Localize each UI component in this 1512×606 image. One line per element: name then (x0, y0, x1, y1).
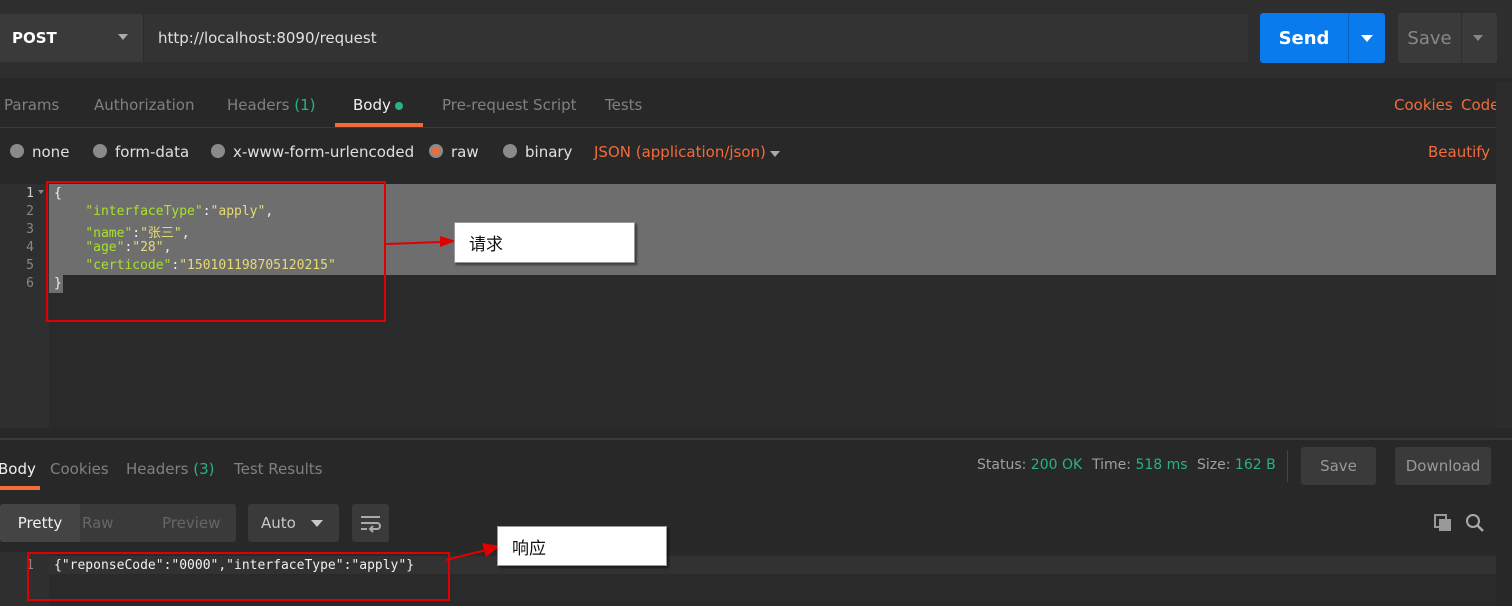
request-note: 请求 (454, 222, 635, 263)
fold-arrow-icon[interactable] (38, 190, 44, 194)
search-icon[interactable] (1465, 513, 1485, 533)
save-response-button[interactable]: Save (1301, 447, 1376, 485)
chevron-down-icon (1361, 35, 1373, 42)
response-headers-count-badge: (3) (193, 460, 215, 478)
response-tab-headers-label: Headers (126, 460, 189, 478)
tab-authorization[interactable]: Authorization (94, 96, 194, 114)
request-arrow (385, 236, 456, 247)
size-label: Size: (1197, 457, 1231, 473)
response-highlight-box (27, 552, 450, 601)
size-value: 162 B (1234, 457, 1276, 473)
content-type-select[interactable]: JSON (application/json) (594, 143, 766, 161)
status-label: Status: (977, 457, 1027, 473)
time-value: 518 ms (1135, 457, 1188, 473)
cookies-link[interactable]: Cookies (1394, 96, 1453, 114)
chevron-down-icon[interactable] (118, 34, 128, 40)
beautify-link[interactable]: Beautify (1428, 143, 1490, 161)
tab-tests[interactable]: Tests (605, 96, 642, 114)
method-label: POST (12, 29, 57, 47)
wrap-lines-button[interactable] (352, 504, 389, 542)
line-number: 1 (26, 186, 34, 201)
copy-icon[interactable] (1434, 514, 1452, 532)
line-number: 4 (26, 240, 34, 255)
tab-body[interactable]: Body (353, 96, 391, 114)
response-tab-cookies[interactable]: Cookies (50, 460, 109, 478)
headers-count-badge: (1) (294, 96, 316, 114)
radio-urlencoded[interactable] (211, 144, 225, 158)
line-number: 5 (26, 258, 34, 273)
line-number: 6 (26, 276, 34, 291)
editor-gutter (0, 184, 49, 428)
send-dropdown-button[interactable] (1348, 13, 1385, 63)
tab-headers[interactable]: Headers (1) (227, 96, 315, 114)
download-label: Download (1405, 457, 1481, 475)
size-readout: Size: 162 B (1197, 457, 1276, 473)
tab-headers-label: Headers (227, 96, 290, 114)
save-button[interactable]: Save (1398, 13, 1461, 63)
tab-pre-request-script[interactable]: Pre-request Script (442, 96, 577, 114)
radio-raw-label[interactable]: raw (451, 143, 479, 161)
body-indicator-dot (395, 102, 403, 110)
view-pretty-button[interactable]: Pretty (0, 504, 80, 542)
format-label: Auto (261, 514, 296, 532)
save-response-label: Save (1320, 457, 1357, 475)
code-link[interactable]: Code (1461, 96, 1499, 114)
download-button[interactable]: Download (1395, 447, 1491, 485)
status-readout: Status: 200 OK (977, 457, 1082, 473)
wrap-lines-icon (361, 516, 381, 533)
url-input[interactable]: http://localhost:8090/request (143, 14, 1248, 62)
response-note: 响应 (497, 526, 667, 566)
response-note-text: 响应 (512, 538, 546, 559)
request-note-text: 请求 (469, 235, 503, 255)
response-tab-body[interactable]: Body (0, 460, 36, 478)
pane-divider[interactable] (0, 438, 1512, 440)
view-pretty-label: Pretty (17, 514, 63, 532)
radio-raw[interactable] (429, 144, 443, 158)
radio-urlencoded-label[interactable]: x-www-form-urlencoded (233, 143, 414, 161)
chevron-down-icon[interactable] (770, 151, 780, 157)
divider (1287, 450, 1288, 482)
chevron-down-icon[interactable] (311, 520, 323, 527)
save-dropdown-button[interactable] (1461, 13, 1497, 63)
radio-none[interactable] (10, 144, 24, 158)
tab-params[interactable]: Params (4, 96, 59, 114)
url-text: http://localhost:8090/request (158, 29, 377, 47)
radio-form-data[interactable] (93, 144, 107, 158)
save-label: Save (1407, 27, 1452, 49)
scrollbar[interactable] (1496, 82, 1512, 428)
radio-none-label[interactable]: none (32, 143, 69, 161)
request-highlight-box (46, 181, 386, 322)
radio-binary[interactable] (503, 144, 517, 158)
view-raw-button[interactable]: Raw (82, 514, 114, 532)
format-select[interactable]: Auto (248, 504, 339, 542)
radio-binary-label[interactable]: binary (525, 143, 572, 161)
send-label: Send (1278, 27, 1330, 49)
chevron-down-icon (1473, 35, 1483, 41)
active-tab-underline (335, 123, 423, 127)
active-tab-underline (0, 486, 40, 490)
time-readout: Time: 518 ms (1092, 457, 1188, 473)
view-preview-button[interactable]: Preview (162, 514, 220, 532)
response-arrow (445, 543, 500, 561)
send-button[interactable]: Send (1260, 13, 1348, 63)
status-value: 200 OK (1030, 457, 1083, 473)
radio-form-data-label[interactable]: form-data (115, 143, 189, 161)
response-tab-test-results[interactable]: Test Results (234, 460, 322, 478)
response-tab-headers[interactable]: Headers (3) (126, 460, 214, 478)
time-label: Time: (1092, 457, 1131, 473)
line-number: 2 (26, 204, 34, 219)
line-number: 3 (26, 222, 34, 237)
